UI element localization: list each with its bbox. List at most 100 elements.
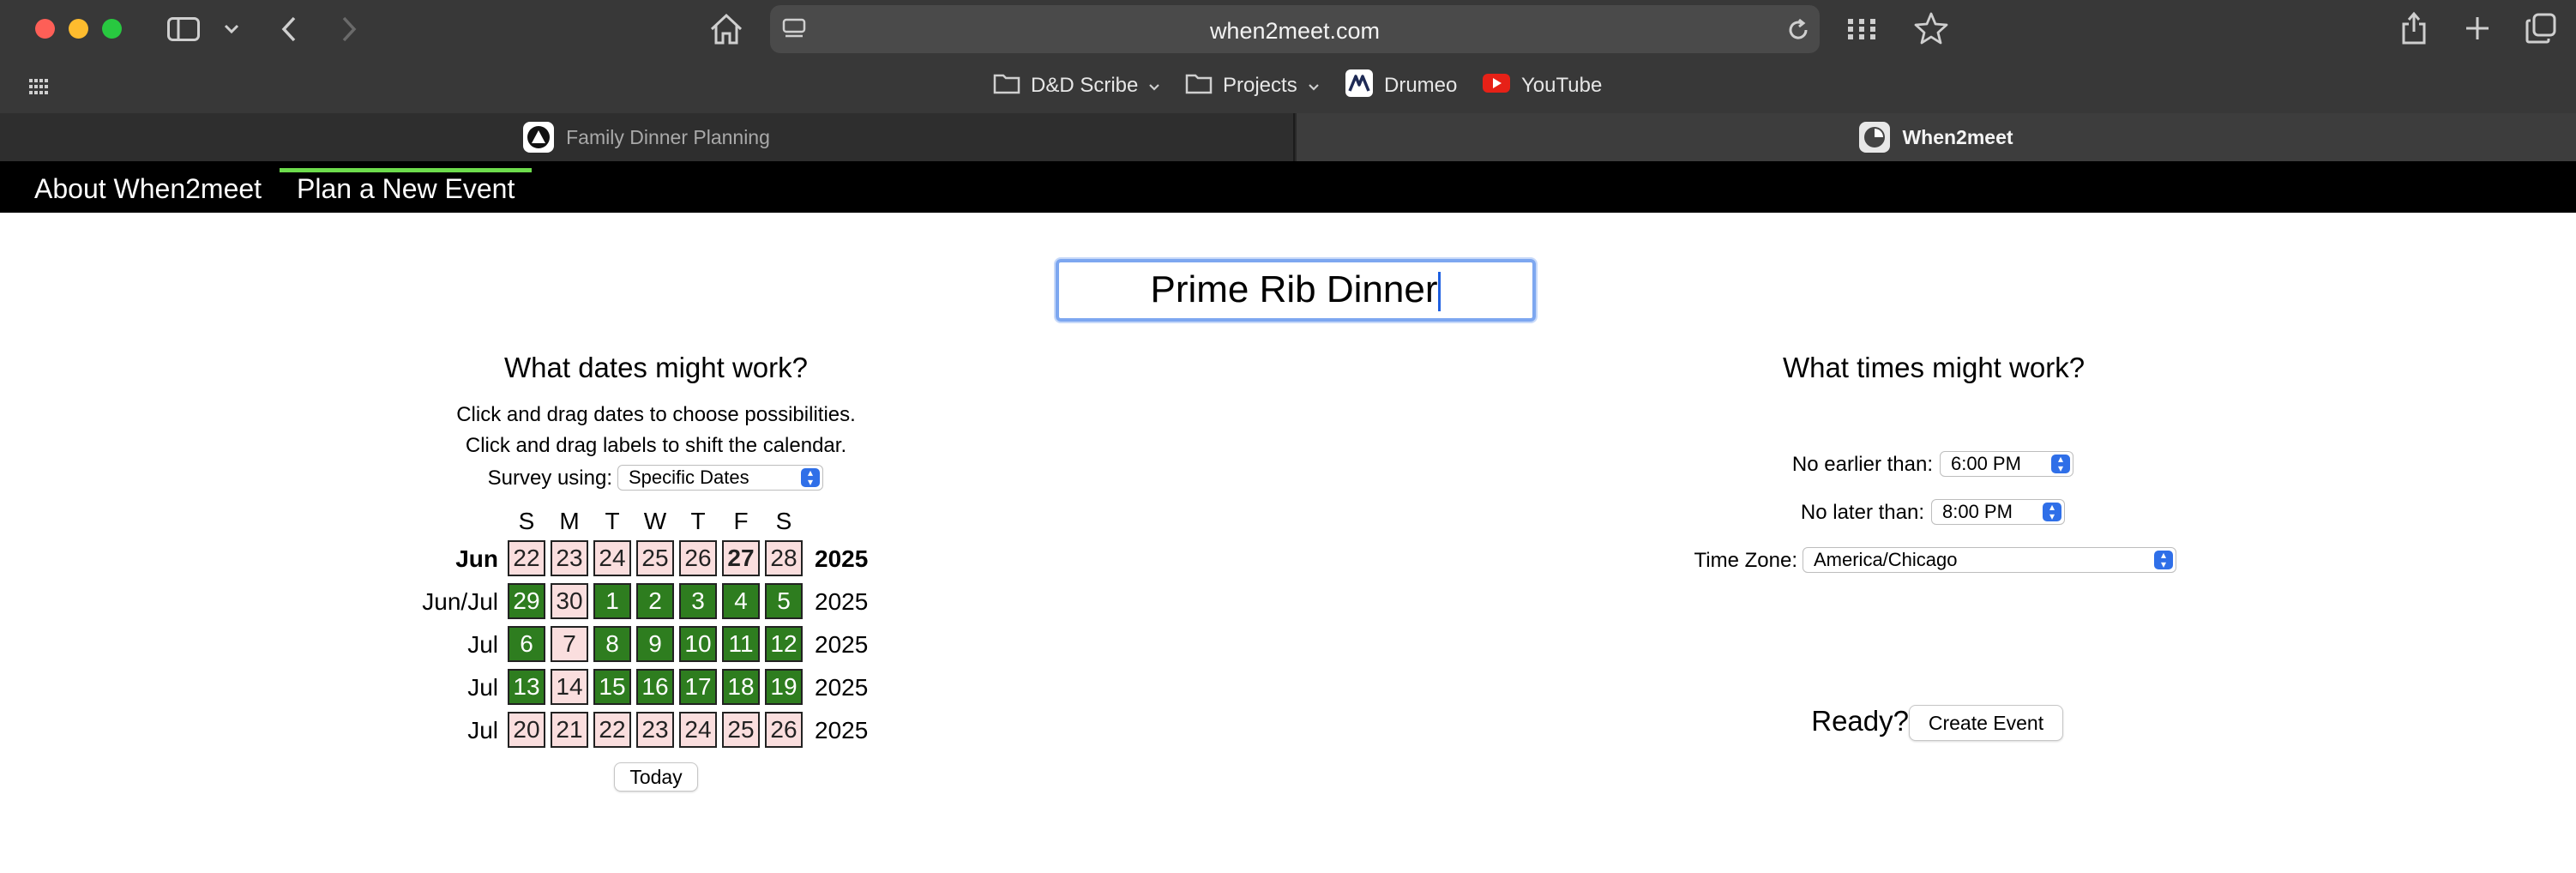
calendar-date-cell[interactable]: 29 xyxy=(508,583,545,619)
url-text: when2meet.com xyxy=(1209,18,1381,44)
star-icon[interactable] xyxy=(1912,10,1950,46)
calendar-date-cell[interactable]: 12 xyxy=(765,626,803,662)
calendar-date-cell[interactable]: 18 xyxy=(722,669,760,705)
calendar-date-cell[interactable]: 21 xyxy=(551,712,588,748)
calendar-row-year: 2025 xyxy=(815,588,869,615)
timezone-select[interactable]: America/Chicago ▴ ▾ xyxy=(1803,547,2176,573)
calendar-date-cell[interactable]: 8 xyxy=(593,626,631,662)
calendar-row-label[interactable]: Jul xyxy=(387,631,498,659)
favorite-label: YouTube xyxy=(1521,74,1603,97)
calendar-date-cell[interactable]: 17 xyxy=(679,669,717,705)
create-event-button[interactable]: Create Event xyxy=(1909,705,2063,741)
nav-plan-new-event[interactable]: Plan a New Event xyxy=(280,168,533,213)
chevron-down-icon[interactable] xyxy=(221,19,242,39)
chevron-down-icon xyxy=(1308,74,1320,98)
chevron-down-icon xyxy=(1148,74,1160,98)
favorite-dnd-scribe[interactable]: D&D Scribe xyxy=(993,70,1160,101)
survey-type-select[interactable]: Specific Dates ▴ ▾ xyxy=(617,465,823,491)
calendar-date-cell[interactable]: 30 xyxy=(551,583,588,619)
sidebar-toggle-icon[interactable] xyxy=(166,15,201,43)
calendar-date-cell[interactable]: 28 xyxy=(765,540,803,576)
share-icon[interactable] xyxy=(2399,10,2429,46)
calendar-row-label[interactable]: Jun xyxy=(387,545,498,573)
weekday-header: F xyxy=(733,508,749,534)
dates-instruction-2: Click and drag labels to shift the calen… xyxy=(465,434,847,457)
site-nav: About When2meet Plan a New Event xyxy=(0,161,2576,213)
calendar-date-cell[interactable]: 25 xyxy=(722,712,760,748)
calendar-date-cell[interactable]: 25 xyxy=(636,540,674,576)
latest-time-value: 8:00 PM xyxy=(1942,501,2013,522)
reload-icon[interactable] xyxy=(1785,17,1811,43)
weekday-header: T xyxy=(690,508,706,534)
calendar-date-cell[interactable]: 3 xyxy=(679,583,717,619)
weekday-header: S xyxy=(775,508,792,534)
calendar-date-cell[interactable]: 22 xyxy=(508,540,545,576)
today-button[interactable]: Today xyxy=(614,762,698,792)
forward-arrow-icon[interactable] xyxy=(336,14,362,45)
latest-time-select[interactable]: 8:00 PM ▴ ▾ xyxy=(1931,499,2065,525)
calendar-row-year: 2025 xyxy=(815,717,869,744)
calendar-date-cell[interactable]: 11 xyxy=(722,626,760,662)
tab-overview-icon[interactable] xyxy=(2525,12,2557,45)
tab-label: Family Dinner Planning xyxy=(566,125,770,148)
calendar-row-label[interactable]: Jul xyxy=(387,717,498,744)
survey-label: Survey using: xyxy=(487,467,612,490)
calendar-date-cell[interactable]: 23 xyxy=(636,712,674,748)
calendar-row-label[interactable]: Jul xyxy=(387,674,498,701)
close-window-button[interactable] xyxy=(35,19,55,39)
calendar-date-cell[interactable]: 9 xyxy=(636,626,674,662)
earliest-label: No earlier than: xyxy=(1791,453,1933,476)
dates-heading: What dates might work? xyxy=(504,352,808,383)
favorites-bar: D&D Scribe Projects Drumeo YouTube xyxy=(0,58,2576,113)
weekday-header: S xyxy=(518,508,535,534)
favorite-drumeo[interactable]: Drumeo xyxy=(1345,69,1457,101)
grid-apps-icon[interactable] xyxy=(1845,15,1878,43)
notion-like-triangle-icon xyxy=(523,122,555,153)
calendar-date-cell[interactable]: 15 xyxy=(593,669,631,705)
minimize-window-button[interactable] xyxy=(69,19,88,39)
survey-type-value: Specific Dates xyxy=(629,467,749,488)
calendar-date-cell[interactable]: 24 xyxy=(593,540,631,576)
tab-label: When2meet xyxy=(1902,125,2013,148)
new-tab-icon[interactable] xyxy=(2463,14,2492,43)
nav-about-when2meet[interactable]: About When2meet xyxy=(17,168,279,213)
event-name-input[interactable]: Prime Rib Dinner xyxy=(1056,259,1536,322)
select-arrows-icon: ▴ ▾ xyxy=(2051,454,2070,473)
favorite-youtube[interactable]: YouTube xyxy=(1482,70,1602,101)
calendar-date-cell[interactable]: 10 xyxy=(679,626,717,662)
calendar-date-cell[interactable]: 13 xyxy=(508,669,545,705)
favorite-projects[interactable]: Projects xyxy=(1185,70,1320,101)
calendar-date-cell[interactable]: 22 xyxy=(593,712,631,748)
calendar-date-cell[interactable]: 6 xyxy=(508,626,545,662)
calendar-date-cell[interactable]: 20 xyxy=(508,712,545,748)
timezone-label: Time Zone: xyxy=(1694,549,1797,572)
calendar-row-year: 2025 xyxy=(815,674,869,701)
weekday-header: W xyxy=(643,508,667,534)
text-caret xyxy=(1438,272,1441,312)
calendar-date-cell[interactable]: 2 xyxy=(636,583,674,619)
calendar-row-label[interactable]: Jun/Jul xyxy=(387,588,498,616)
calendar-date-cell[interactable]: 7 xyxy=(551,626,588,662)
tab-family-dinner-planning[interactable]: Family Dinner Planning xyxy=(0,113,1295,161)
calendar-date-cell[interactable]: 4 xyxy=(722,583,760,619)
latest-label: No later than: xyxy=(1800,501,1924,524)
address-bar[interactable]: when2meet.com xyxy=(770,5,1820,53)
calendar-date-cell[interactable]: 19 xyxy=(765,669,803,705)
calendar-date-cell[interactable]: 16 xyxy=(636,669,674,705)
zoom-window-button[interactable] xyxy=(102,19,122,39)
earliest-time-value: 6:00 PM xyxy=(1951,453,2021,474)
calendar-date-cell[interactable]: 24 xyxy=(679,712,717,748)
calendar-date-cell[interactable]: 23 xyxy=(551,540,588,576)
back-arrow-icon[interactable] xyxy=(276,14,302,45)
earliest-time-select[interactable]: 6:00 PM ▴ ▾ xyxy=(1940,451,2073,477)
youtube-icon xyxy=(1482,72,1511,100)
grid-icon[interactable] xyxy=(27,77,50,96)
calendar-date-cell[interactable]: 5 xyxy=(765,583,803,619)
calendar-date-cell[interactable]: 26 xyxy=(765,712,803,748)
calendar-date-cell[interactable]: 27 xyxy=(722,540,760,576)
home-icon[interactable] xyxy=(708,12,744,46)
calendar-date-cell[interactable]: 1 xyxy=(593,583,631,619)
tab-when2meet[interactable]: When2meet xyxy=(1297,113,2576,161)
calendar-date-cell[interactable]: 14 xyxy=(551,669,588,705)
calendar-date-cell[interactable]: 26 xyxy=(679,540,717,576)
